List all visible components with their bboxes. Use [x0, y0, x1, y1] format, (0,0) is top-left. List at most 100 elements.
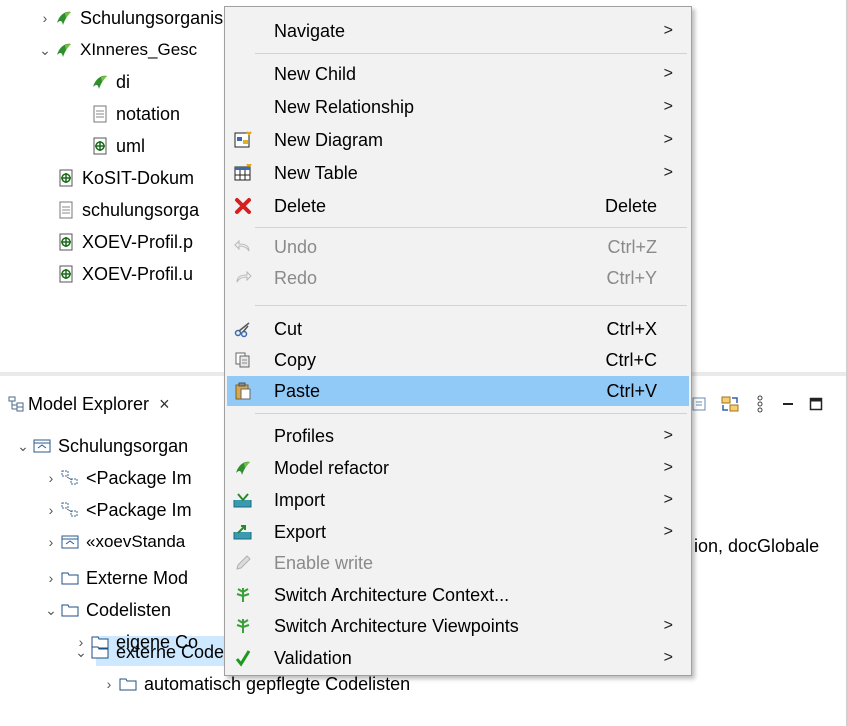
- close-icon[interactable]: ×: [159, 394, 170, 415]
- tree-row-xoev-profil-p[interactable]: XOEV-Profil.p: [56, 226, 193, 258]
- tree-row-xinneres[interactable]: ⌄ XInneres_Gesc: [36, 34, 197, 66]
- papyrus-icon: [54, 40, 74, 60]
- menu-item-new-table[interactable]: New Table >: [225, 158, 691, 188]
- me-row-root[interactable]: ⌄ Schulungsorgan: [14, 430, 188, 462]
- expand-chevron-icon[interactable]: ›: [42, 469, 60, 487]
- menu-item-enable-write[interactable]: Enable write: [225, 548, 691, 578]
- submenu-arrow-icon: >: [663, 22, 673, 39]
- tree-row-uml[interactable]: uml: [90, 130, 145, 162]
- menu-item-label: New Diagram: [274, 129, 384, 150]
- submenu-arrow-icon: >: [663, 617, 673, 634]
- menu-item-new-diagram[interactable]: New Diagram >: [225, 125, 691, 155]
- sync-icon[interactable]: [718, 392, 742, 416]
- uml-file-icon: [90, 136, 110, 156]
- collapse-chevron-icon[interactable]: ⌄: [14, 437, 32, 455]
- me-row-externe-modelle[interactable]: › Externe Mod: [42, 562, 188, 594]
- menu-item-label: New Table: [274, 162, 358, 183]
- model-icon: [60, 532, 80, 552]
- context-menu: Navigate > New Child > New Relationship …: [224, 6, 692, 676]
- menu-item-accelerator: Ctrl+Z: [607, 236, 658, 257]
- tab-model-explorer[interactable]: Model Explorer ×: [6, 388, 170, 420]
- menu-item-label: Validation: [274, 647, 352, 668]
- me-row-package-import-1[interactable]: › <Package Im: [42, 462, 192, 494]
- menu-item-model-refactor[interactable]: Model refactor >: [225, 453, 691, 483]
- menu-item-label: Export: [274, 521, 327, 542]
- papyrus-icon: [90, 72, 110, 92]
- tree-label: Externe Mod: [86, 567, 189, 588]
- expand-chevron-icon[interactable]: ›: [42, 501, 60, 519]
- papyrus-icon: [54, 8, 74, 28]
- menu-item-export[interactable]: Export >: [225, 517, 691, 547]
- view-menu-icon[interactable]: [748, 392, 772, 416]
- menu-item-switch-architecture-context[interactable]: Switch Architecture Context...: [225, 580, 691, 610]
- tree-label: «xoevStanda: [86, 532, 186, 551]
- tree-label: <Package Im: [86, 467, 192, 488]
- minimize-icon[interactable]: [776, 392, 800, 416]
- submenu-arrow-icon: >: [663, 459, 673, 476]
- menu-item-import[interactable]: Import >: [225, 485, 691, 515]
- menu-separator: [255, 53, 687, 54]
- menu-item-undo[interactable]: Undo Ctrl+Z: [225, 232, 691, 262]
- menu-item-validation[interactable]: Validation >: [225, 643, 691, 673]
- new-diagram-icon: [231, 128, 255, 152]
- tree-label: schulungsorga: [82, 199, 200, 220]
- tree-row-di[interactable]: di: [90, 66, 130, 98]
- tree-label: <Package Im: [86, 499, 192, 520]
- menu-item-cut[interactable]: Cut Ctrl+X: [225, 314, 691, 344]
- menu-item-delete[interactable]: Delete Delete: [225, 191, 691, 221]
- submenu-arrow-icon: >: [663, 131, 673, 148]
- menu-separator: [255, 305, 687, 306]
- menu-item-label: Enable write: [274, 552, 374, 573]
- overflow-label-text: ion, docGlobale: [694, 535, 820, 556]
- expand-chevron-icon[interactable]: ›: [42, 569, 60, 587]
- menu-item-new-child[interactable]: New Child >: [225, 59, 691, 89]
- undo-icon: [231, 235, 255, 259]
- me-row-xoevstandard[interactable]: › «xoevStanda: [42, 526, 186, 558]
- collapse-chevron-icon[interactable]: ⌄: [72, 643, 90, 661]
- uml-file-icon: [56, 264, 76, 284]
- copy-icon: [231, 348, 255, 372]
- me-row-package-import-2[interactable]: › <Package Im: [42, 494, 192, 526]
- submenu-arrow-icon: >: [663, 98, 673, 115]
- export-icon: [231, 520, 255, 544]
- tree-label: uml: [116, 135, 146, 156]
- tree-label: XOEV-Profil.p: [82, 231, 194, 252]
- tree-label: Codelisten: [86, 599, 172, 620]
- menu-item-switch-architecture-viewpoints[interactable]: Switch Architecture Viewpoints >: [225, 611, 691, 641]
- new-table-icon: [231, 161, 255, 185]
- tree-row-xoev-profil-u[interactable]: XOEV-Profil.u: [56, 258, 193, 290]
- tree-label: XOEV-Profil.u: [82, 263, 194, 284]
- menu-item-copy[interactable]: Copy Ctrl+C: [225, 345, 691, 375]
- tree-label: di: [116, 71, 131, 92]
- architecture-icon: [231, 583, 255, 607]
- menu-item-paste[interactable]: Paste Ctrl+V: [227, 376, 689, 406]
- menu-item-redo[interactable]: Redo Ctrl+Y: [225, 263, 691, 293]
- tree-label: notation: [116, 103, 181, 124]
- menu-item-label: Delete: [274, 195, 327, 216]
- tree-row-kosit[interactable]: KoSIT-Dokum: [56, 162, 194, 194]
- redo-icon: [231, 266, 255, 290]
- collapse-chevron-icon[interactable]: ⌄: [42, 601, 60, 619]
- expand-chevron-icon[interactable]: ›: [42, 533, 60, 551]
- tree-label: automatisch gepflegte Codelisten: [144, 673, 411, 694]
- text-file-icon: [56, 200, 76, 220]
- expand-chevron-icon[interactable]: ›: [100, 675, 118, 693]
- menu-item-new-relationship[interactable]: New Relationship >: [225, 92, 691, 122]
- me-row-codelisten[interactable]: ⌄ Codelisten: [42, 594, 171, 626]
- tree-row-schulungsorga[interactable]: schulungsorga: [56, 194, 199, 226]
- menu-separator: [255, 413, 687, 414]
- menu-item-label: Switch Architecture Viewpoints: [274, 615, 519, 636]
- submenu-arrow-icon: >: [663, 649, 673, 666]
- expand-chevron-icon[interactable]: ›: [36, 9, 54, 27]
- text-file-icon: [90, 104, 110, 124]
- collapse-chevron-icon[interactable]: ⌄: [36, 41, 54, 59]
- menu-item-label: Redo: [274, 267, 318, 288]
- menu-item-navigate[interactable]: Navigate >: [225, 16, 691, 46]
- import-icon: [231, 488, 255, 512]
- maximize-icon[interactable]: [804, 392, 828, 416]
- menu-item-accelerator: Ctrl+X: [606, 318, 657, 339]
- tree-row-notation[interactable]: notation: [90, 98, 180, 130]
- model-icon: [32, 436, 52, 456]
- menu-item-profiles[interactable]: Profiles >: [225, 421, 691, 451]
- menu-item-label: Copy: [274, 349, 317, 370]
